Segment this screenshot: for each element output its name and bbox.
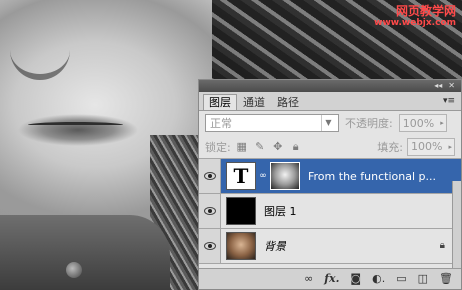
panel-bottom-toolbar: ∞ fx. ◙ ◐. ▭ ◫ 🗑 [199, 268, 461, 289]
layer-thumbnail-black [226, 197, 256, 225]
fill-value: 100% [411, 140, 443, 153]
opacity-dropdown-icon[interactable]: ▸ [440, 119, 444, 127]
opacity-label: 不透明度: [345, 117, 393, 130]
lock-image-pixels-icon[interactable]: ✎ [253, 140, 267, 154]
watermark: 网页教学网 www.webjx.com [374, 4, 456, 29]
layer-row-background[interactable]: 背景 🔒︎ [199, 229, 461, 264]
panel-titlebar: ◂◂ ✕ [199, 80, 461, 92]
layer-row-layer1[interactable]: 图层 1 [199, 194, 461, 229]
tab-paths[interactable]: 路径 [271, 94, 305, 110]
layers-list: T ∞ From the functional p... 图层 1 背景 🔒︎ [199, 159, 461, 272]
link-icon: ∞ [259, 171, 267, 181]
lock-transparent-pixels-icon[interactable]: ▦ [235, 140, 249, 154]
fill-dropdown-icon[interactable]: ▸ [448, 143, 452, 151]
photo-shirt-button [66, 262, 82, 278]
panel-menu-icon[interactable]: ▾≡ [443, 96, 455, 106]
visibility-toggle[interactable] [199, 194, 221, 228]
lock-row: 锁定: ▦ ✎ ✥ 🔒︎ 填充: 100% ▸ [199, 135, 461, 159]
lock-position-icon[interactable]: ✥ [271, 140, 285, 154]
blend-mode-value: 正常 [210, 117, 232, 130]
fill-field[interactable]: 100% ▸ [407, 137, 455, 156]
fill-label: 填充: [377, 140, 403, 154]
lock-label: 锁定: [205, 140, 231, 154]
blend-row: 正常 ▼ 不透明度: 100% ▸ [199, 111, 461, 135]
photo-lips [18, 112, 138, 150]
layers-scrollbar[interactable] [452, 181, 461, 270]
lock-icon: 🔒︎ [439, 240, 445, 251]
watermark-title: 网页教学网 [395, 4, 456, 18]
layer-row-text[interactable]: T ∞ From the functional p... [199, 159, 461, 194]
new-layer-icon[interactable]: ◫ [418, 273, 428, 285]
close-icon[interactable]: ✕ [448, 82, 455, 90]
eye-icon [203, 242, 216, 250]
layer-thumbnail-text: T [226, 162, 256, 190]
add-mask-icon[interactable]: ◙ [350, 273, 361, 285]
fx-icon[interactable]: fx. [324, 273, 339, 285]
photo-nose [10, 40, 70, 80]
lock-all-icon[interactable]: 🔒︎ [289, 140, 303, 154]
watermark-url: www.webjx.com [374, 18, 456, 28]
visibility-toggle[interactable] [199, 159, 221, 193]
photo-shirt-collar [0, 215, 170, 290]
layers-panel: ◂◂ ✕ 图层 通道 路径 ▾≡ 正常 ▼ 不透明度: 100% ▸ 锁定: ▦… [198, 79, 462, 290]
tab-layers[interactable]: 图层 [203, 94, 237, 110]
layer-name[interactable]: 图层 1 [264, 203, 297, 219]
trash-icon[interactable]: 🗑 [439, 273, 453, 285]
collapse-icon[interactable]: ◂◂ [434, 82, 442, 90]
new-group-icon[interactable]: ▭ [396, 273, 406, 285]
chevron-down-icon: ▼ [321, 115, 335, 131]
opacity-field[interactable]: 100% ▸ [398, 114, 447, 132]
adjustment-layer-icon[interactable]: ◐. [372, 273, 385, 285]
opacity-value: 100% [402, 116, 435, 130]
photo-lip-line [28, 122, 123, 128]
panel-tabs: 图层 通道 路径 ▾≡ [199, 92, 461, 111]
layer-name[interactable]: 背景 [264, 238, 286, 254]
eye-icon [203, 172, 216, 180]
eye-icon [203, 207, 216, 215]
link-layers-icon[interactable]: ∞ [304, 273, 313, 285]
layer-thumbnail-photo [226, 232, 256, 260]
visibility-toggle[interactable] [199, 229, 221, 263]
layer-name[interactable]: From the functional p... [308, 170, 436, 183]
tab-channels[interactable]: 通道 [237, 94, 271, 110]
blend-mode-select[interactable]: 正常 ▼ [205, 114, 339, 132]
layer-mask-thumbnail[interactable] [270, 162, 300, 190]
